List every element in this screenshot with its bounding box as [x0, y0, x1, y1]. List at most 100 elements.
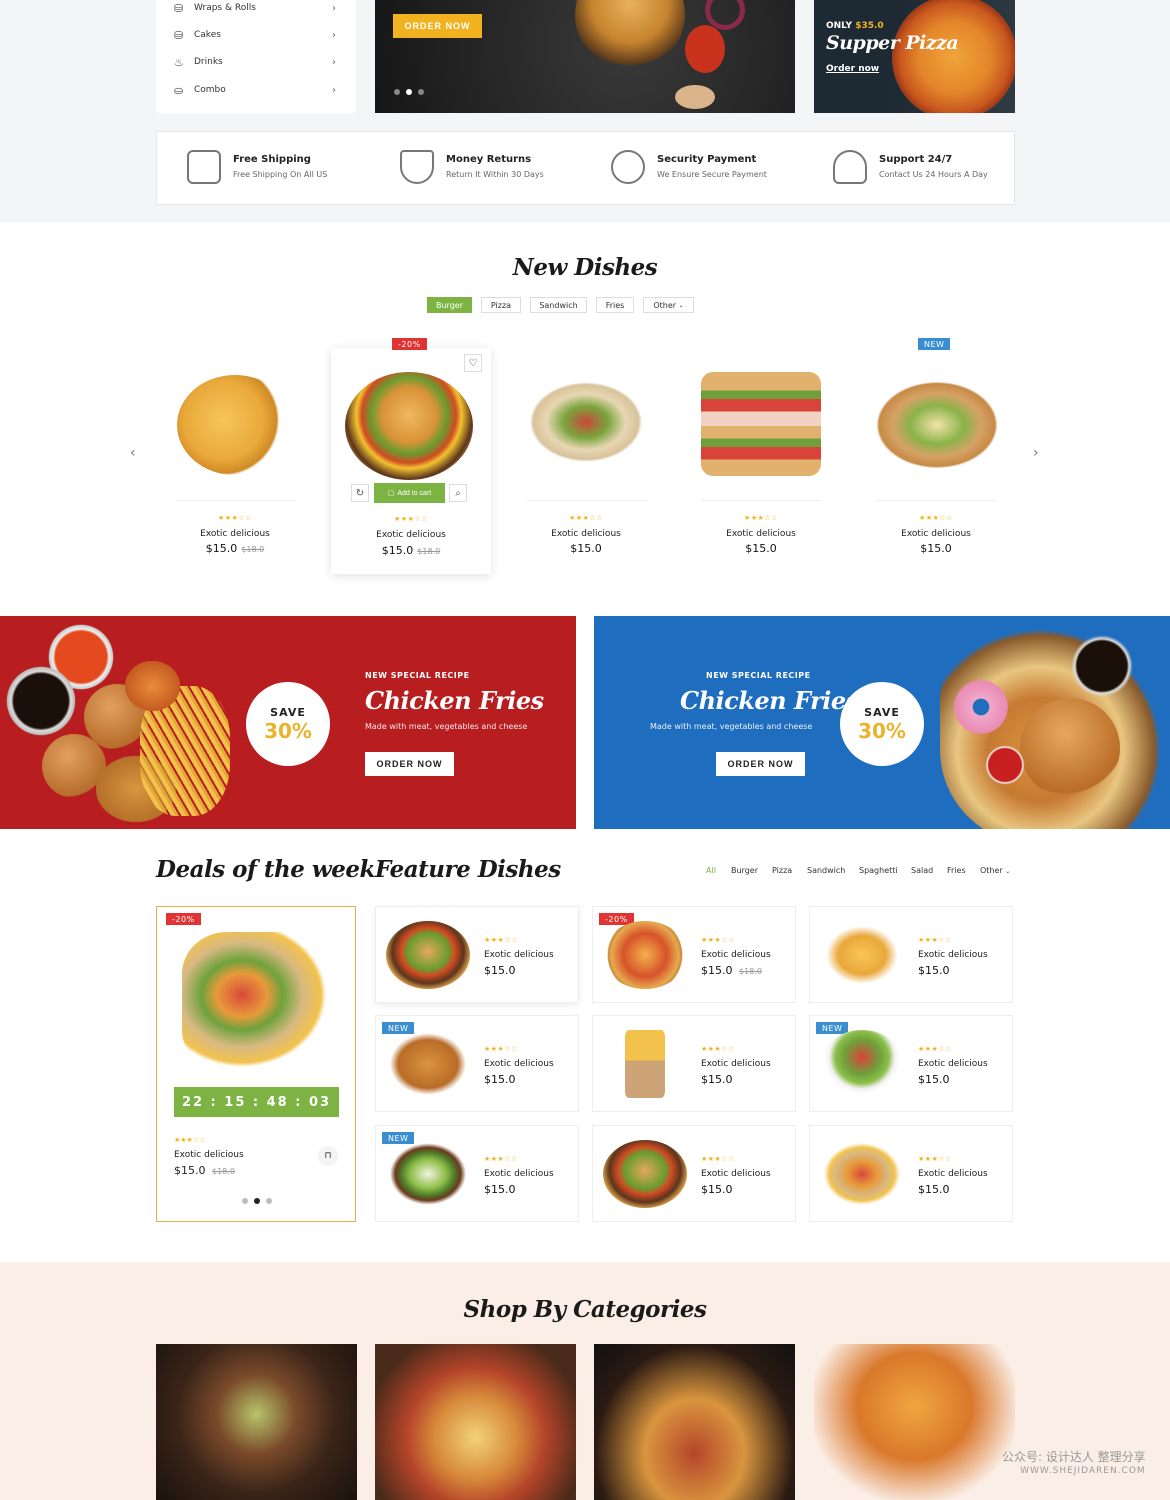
product-name: Exotic delicious	[484, 1169, 554, 1179]
rating-stars: ★★★☆☆	[701, 936, 735, 944]
product-price: $15.0	[918, 1073, 950, 1086]
product-card[interactable]: ★★★☆☆ Exotic delicious $15.0 $18.0	[155, 340, 315, 570]
feature-dishes-title: Feature Dishes	[375, 856, 561, 883]
tab-sandwich[interactable]: Sandwich	[530, 297, 587, 313]
quick-view-search-icon[interactable]: ⌕	[449, 484, 467, 502]
filter-spaghetti[interactable]: Spaghetti	[859, 866, 898, 875]
wrap-fries-image	[182, 932, 332, 1072]
product-price: $15.0 $18.0	[381, 544, 441, 557]
banner-description: Made with meat, vegetables and cheese	[365, 722, 528, 731]
burger-image	[345, 372, 473, 480]
slider-dot[interactable]	[394, 89, 400, 95]
category-item-drinks[interactable]: ♨ Drinks ›	[156, 49, 356, 75]
chevron-down-icon: ⌄	[678, 301, 684, 309]
filter-other[interactable]: Other ⌄	[980, 866, 1010, 875]
feature-support: Support 24/7 Contact Us 24 Hours A Day	[833, 132, 1013, 206]
category-item-combo[interactable]: ⛀ Combo ›	[156, 77, 356, 103]
rating-stars: ★★★☆☆	[394, 515, 428, 523]
filter-salad[interactable]: Salad	[911, 866, 933, 875]
banner-order-button[interactable]: ORDER NOW	[716, 752, 805, 776]
discount-badge: -20%	[392, 338, 427, 350]
add-to-cart-button[interactable]: ▢ Add to cart	[374, 483, 445, 503]
feature-subtitle: Contact Us 24 Hours A Day	[879, 170, 988, 179]
promo-price: $35.0	[855, 21, 884, 31]
pager-dot[interactable]	[266, 1198, 272, 1204]
feature-dish-card[interactable]: NEW ★★★☆☆ Exotic delicious $15.0	[375, 1125, 579, 1222]
product-card[interactable]: ★★★☆☆ Exotic delicious $15.0	[506, 340, 666, 570]
rope-image	[675, 85, 715, 109]
red-promo-banner[interactable]: SAVE 30% NEW SPECIAL RECIPE Chicken Frie…	[0, 616, 576, 829]
category-image-pizza[interactable]	[375, 1344, 576, 1500]
rating-stars: ★★★☆☆	[918, 1155, 952, 1163]
slider-dot-active[interactable]	[406, 89, 412, 95]
sandwich-image	[701, 372, 821, 476]
potato-wedges-image	[125, 661, 180, 711]
tab-fries[interactable]: Fries	[596, 297, 634, 313]
feature-dish-card[interactable]: NEW ★★★☆☆ Exotic delicious $15.0	[375, 1015, 579, 1112]
category-image-noodles[interactable]	[156, 1344, 357, 1500]
tab-pizza[interactable]: Pizza	[481, 297, 521, 313]
banner-order-button[interactable]: ORDER NOW	[365, 752, 454, 776]
feature-subtitle: Free Shipping On All US	[233, 170, 328, 179]
feature-dish-card[interactable]: ★★★☆☆ Exotic delicious $15.0	[809, 906, 1013, 1003]
feature-dish-card[interactable]: -20% ★★★☆☆ Exotic delicious $15.0 $18.0	[592, 906, 796, 1003]
hero-slider[interactable]: ORDER NOW	[375, 0, 795, 113]
category-label: Wraps & Rolls	[194, 3, 256, 13]
watermark-line1: 公众号: 设计达人 整理分享	[1002, 1450, 1146, 1464]
category-label: Drinks	[194, 57, 223, 67]
filter-burger[interactable]: Burger	[731, 866, 758, 875]
filter-sandwich[interactable]: Sandwich	[807, 866, 845, 875]
pizza-promo-banner[interactable]: ONLY $35.0 Supper Pizza Order now	[814, 0, 1015, 113]
feature-dish-card[interactable]: ★★★☆☆ Exotic delicious $15.0	[592, 1125, 796, 1222]
cart-icon[interactable]: ⊓	[318, 1146, 338, 1166]
product-price: $15.0 $18.0	[205, 542, 265, 555]
feature-dish-card[interactable]: ★★★☆☆ Exotic delicious $15.0	[809, 1125, 1013, 1222]
category-item-cakes[interactable]: ⛁ Cakes ›	[156, 22, 356, 48]
feature-dish-card[interactable]: ★★★☆☆ Exotic delicious $15.0	[375, 906, 579, 1003]
blue-promo-banner[interactable]: SAVE 30% NEW SPECIAL RECIPE Chicken Frie…	[594, 616, 1170, 829]
slider-dot[interactable]	[418, 89, 424, 95]
filter-pizza[interactable]: Pizza	[772, 866, 792, 875]
promo-title: Supper Pizza	[826, 32, 959, 54]
burger-image	[575, 0, 685, 70]
tomato-image	[685, 25, 725, 73]
category-item-wraps[interactable]: ⛁ Wraps & Rolls ›	[156, 0, 356, 21]
promo-order-link[interactable]: Order now	[826, 64, 879, 74]
hero-order-button[interactable]: ORDER NOW	[393, 14, 482, 38]
filter-fries[interactable]: Fries	[947, 866, 966, 875]
product-price: $15.0 $18.0	[701, 964, 762, 977]
feature-dish-card[interactable]: ★★★☆☆ Exotic delicious $15.0	[592, 1015, 796, 1112]
product-name: Exotic delicious	[551, 529, 621, 539]
product-card-hovered[interactable]: -20% ♡ ↻ ▢ Add to cart ⌕ ★★★☆☆ Exotic del…	[331, 338, 491, 574]
salad-bowl-image	[820, 1030, 904, 1098]
wishlist-heart-icon[interactable]: ♡	[464, 354, 482, 372]
divider	[876, 500, 996, 501]
feature-dish-card[interactable]: NEW ★★★☆☆ Exotic delicious $15.0	[809, 1015, 1013, 1112]
filter-all[interactable]: All	[706, 866, 716, 875]
product-price: $15.0	[484, 1183, 516, 1196]
scooter-icon	[187, 150, 221, 184]
feature-free-shipping: Free Shipping Free Shipping On All US	[187, 132, 367, 206]
pager-dot-active[interactable]	[254, 1198, 260, 1204]
wrap-icon: ⛁	[174, 1, 184, 15]
hand-coin-icon	[611, 150, 645, 184]
product-card[interactable]: ★★★☆☆ Exotic delicious $15.0	[681, 340, 841, 570]
carousel-next-icon[interactable]: ›	[1033, 445, 1039, 461]
compare-refresh-icon[interactable]: ↻	[351, 484, 369, 502]
burger-image	[1020, 698, 1120, 798]
category-label: Combo	[194, 85, 226, 95]
banner-description: Made with meat, vegetables and cheese	[650, 722, 813, 731]
tab-other[interactable]: Other ⌄	[643, 297, 694, 313]
product-price: $15.0	[918, 1183, 950, 1196]
combo-icon: ⛀	[174, 83, 184, 97]
category-image-fried-chicken[interactable]	[814, 1344, 1015, 1500]
cart-icon: ▢	[387, 490, 395, 497]
product-name: Exotic delicious	[918, 1169, 988, 1179]
carousel-prev-icon[interactable]: ‹	[130, 445, 136, 461]
deal-card[interactable]: -20% 22 : 15 : 48 : 03 ★★★☆☆ Exotic deli…	[156, 906, 356, 1222]
tab-burger[interactable]: Burger	[427, 297, 472, 313]
product-card[interactable]: NEW ★★★☆☆ Exotic delicious $15.0	[856, 338, 1016, 570]
pager-dot[interactable]	[242, 1198, 248, 1204]
divider	[701, 500, 821, 501]
category-image-burger[interactable]	[594, 1344, 795, 1500]
